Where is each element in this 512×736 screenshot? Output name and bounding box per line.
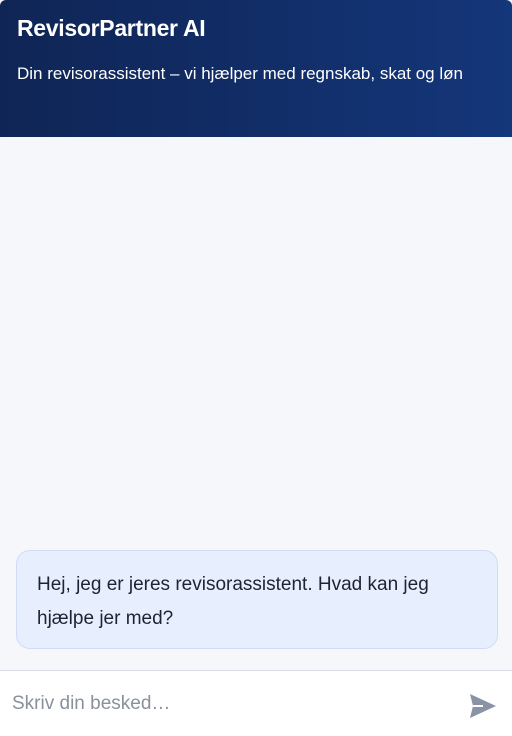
chat-header: RevisorPartner AI Din revisorassistent –… [0,0,512,137]
send-icon [470,693,496,718]
composer [0,670,512,736]
message-list: Hej, jeg er jeres revisorassistent. Hvad… [0,137,512,670]
app-title: RevisorPartner AI [17,15,206,41]
chat-widget: RevisorPartner AI Din revisorassistent –… [0,0,512,736]
app-subtitle: Din revisorassistent – vi hjælper med re… [17,64,463,83]
send-button[interactable] [467,690,499,722]
message-input[interactable] [12,692,467,715]
assistant-message: Hej, jeg er jeres revisorassistent. Hvad… [16,550,498,649]
